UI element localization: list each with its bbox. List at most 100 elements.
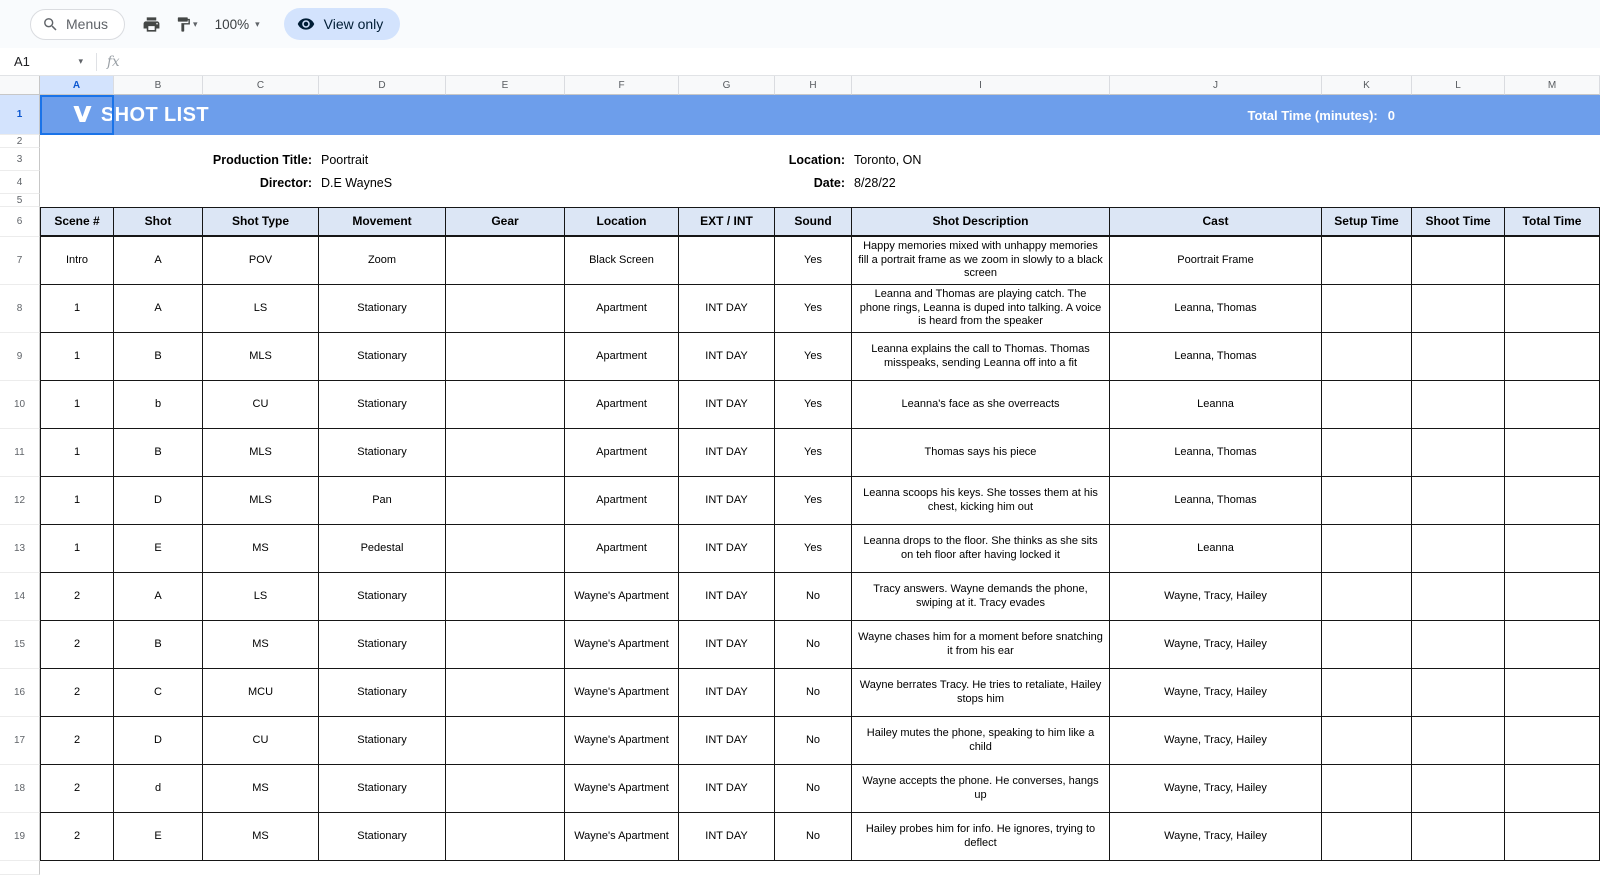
cell-j15[interactable]: Wayne, Tracy, Hailey [1110,621,1322,669]
cell-b17[interactable]: D [114,717,203,765]
cell-d16[interactable]: Stationary [319,669,446,717]
cell-c19[interactable]: MS [203,813,319,861]
cell-e12[interactable] [446,477,565,525]
column-header-d[interactable]: D [319,76,446,95]
cell-k7[interactable] [1322,237,1412,285]
cell-e11[interactable] [446,429,565,477]
column-header-a[interactable]: A [40,76,114,95]
cell-d17[interactable]: Stationary [319,717,446,765]
cell-a14[interactable]: 2 [40,573,114,621]
cell-a7[interactable]: Intro [40,237,114,285]
cell-c14[interactable]: LS [203,573,319,621]
cell-k17[interactable] [1322,717,1412,765]
cell-b16[interactable]: C [114,669,203,717]
cell-l11[interactable] [1412,429,1505,477]
cell-l8[interactable] [1412,285,1505,333]
cell-a10[interactable]: 1 [40,381,114,429]
cell-g8[interactable]: INT DAY [679,285,775,333]
cell-m9[interactable] [1505,333,1600,381]
cell-h17[interactable]: No [775,717,852,765]
cell-c10[interactable]: CU [203,381,319,429]
cell-d19[interactable]: Stationary [319,813,446,861]
cell-g15[interactable]: INT DAY [679,621,775,669]
column-header-g[interactable]: G [679,76,775,95]
cell-j9[interactable]: Leanna, Thomas [1110,333,1322,381]
row-header-11[interactable]: 11 [0,429,40,477]
cell-f13[interactable]: Apartment [565,525,679,573]
cell-k15[interactable] [1322,621,1412,669]
cell-h16[interactable]: No [775,669,852,717]
cell-f15[interactable]: Wayne's Apartment [565,621,679,669]
cell-m10[interactable] [1505,381,1600,429]
row-header-15[interactable]: 15 [0,621,40,669]
cell-m11[interactable] [1505,429,1600,477]
row-header-9[interactable]: 9 [0,333,40,381]
cell-f9[interactable]: Apartment [565,333,679,381]
column-header-e[interactable]: E [446,76,565,95]
cell-j11[interactable]: Leanna, Thomas [1110,429,1322,477]
row-header-1[interactable]: 1 [0,95,40,135]
cell-f7[interactable]: Black Screen [565,237,679,285]
cell-l19[interactable] [1412,813,1505,861]
cell-e15[interactable] [446,621,565,669]
row-header-17[interactable]: 17 [0,717,40,765]
cell-b15[interactable]: B [114,621,203,669]
row-header-18[interactable]: 18 [0,765,40,813]
cell-h11[interactable]: Yes [775,429,852,477]
cell-g7[interactable] [679,237,775,285]
cell-b10[interactable]: b [114,381,203,429]
cell-l13[interactable] [1412,525,1505,573]
cell-g12[interactable]: INT DAY [679,477,775,525]
cell-j10[interactable]: Leanna [1110,381,1322,429]
cell-l15[interactable] [1412,621,1505,669]
column-header-b[interactable]: B [114,76,203,95]
paint-format-button[interactable]: ▾ [168,9,205,39]
cell-g17[interactable]: INT DAY [679,717,775,765]
cell-a8[interactable]: 1 [40,285,114,333]
cell-i17[interactable]: Hailey mutes the phone, speaking to him … [852,717,1110,765]
cell-i8[interactable]: Leanna and Thomas are playing catch. The… [852,285,1110,333]
cell-b14[interactable]: A [114,573,203,621]
column-header-h[interactable]: H [775,76,852,95]
cell-f10[interactable]: Apartment [565,381,679,429]
column-header-j[interactable]: J [1110,76,1322,95]
cell-e7[interactable] [446,237,565,285]
cell-e19[interactable] [446,813,565,861]
cell-f14[interactable]: Wayne's Apartment [565,573,679,621]
cell-h9[interactable]: Yes [775,333,852,381]
column-header-m[interactable]: M [1505,76,1600,95]
column-header-k[interactable]: K [1322,76,1412,95]
cell-m8[interactable] [1505,285,1600,333]
cell-d18[interactable]: Stationary [319,765,446,813]
cell-m12[interactable] [1505,477,1600,525]
row-header-14[interactable]: 14 [0,573,40,621]
cell-l12[interactable] [1412,477,1505,525]
cell-c15[interactable]: MS [203,621,319,669]
cell-e10[interactable] [446,381,565,429]
cell-g13[interactable]: INT DAY [679,525,775,573]
row-header-16[interactable]: 16 [0,669,40,717]
print-button[interactable] [135,9,168,39]
cell-b7[interactable]: A [114,237,203,285]
row-header-7[interactable]: 7 [0,237,40,285]
cell-b9[interactable]: B [114,333,203,381]
cell-l7[interactable] [1412,237,1505,285]
cell-d14[interactable]: Stationary [319,573,446,621]
cell-c11[interactable]: MLS [203,429,319,477]
cell-h18[interactable]: No [775,765,852,813]
cell-j7[interactable]: Poortrait Frame [1110,237,1322,285]
cell-f17[interactable]: Wayne's Apartment [565,717,679,765]
view-only-button[interactable]: View only [284,8,401,40]
cell-m13[interactable] [1505,525,1600,573]
cell-c12[interactable]: MLS [203,477,319,525]
row-header-8[interactable]: 8 [0,285,40,333]
cell-i11[interactable]: Thomas says his piece [852,429,1110,477]
cell-g10[interactable]: INT DAY [679,381,775,429]
cell-i18[interactable]: Wayne accepts the phone. He converses, h… [852,765,1110,813]
cell-j17[interactable]: Wayne, Tracy, Hailey [1110,717,1322,765]
cell-c17[interactable]: CU [203,717,319,765]
cell-h15[interactable]: No [775,621,852,669]
cell-k16[interactable] [1322,669,1412,717]
cell-g14[interactable]: INT DAY [679,573,775,621]
cell-c7[interactable]: POV [203,237,319,285]
